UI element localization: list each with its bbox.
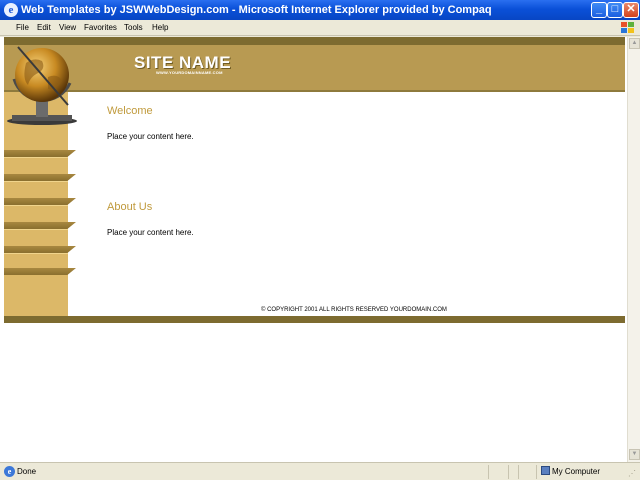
sidebar-shelf-highlight	[4, 253, 68, 254]
status-text: Done	[17, 467, 37, 476]
copyright-notice: © COPYRIGHT 2001 ALL RIGHTS RESERVED YOU…	[261, 307, 447, 313]
computer-icon	[541, 466, 550, 475]
section-text-welcome: Place your content here.	[107, 132, 194, 141]
section-heading-welcome: Welcome	[107, 105, 153, 117]
maximize-button[interactable]: □	[607, 2, 623, 18]
menu-favorites[interactable]: Favorites	[84, 23, 117, 32]
minimize-button[interactable]: _	[591, 2, 607, 18]
menu-tools[interactable]: Tools	[124, 23, 143, 32]
sidebar-shelf	[4, 268, 76, 275]
sidebar-shelf-highlight	[4, 205, 68, 206]
sidebar-shelf	[4, 222, 76, 229]
windows-logo-icon	[619, 21, 635, 35]
title-bar[interactable]: e Web Templates by JSWWebDesign.com - Mi…	[0, 0, 640, 20]
sidebar-shelf-highlight	[4, 157, 68, 158]
security-zone-text: My Computer	[552, 467, 601, 476]
sidebar-shelf	[4, 150, 76, 157]
header-top-stripe	[4, 37, 625, 45]
scroll-up-icon[interactable]: ▲	[629, 38, 640, 49]
menu-file[interactable]: File	[16, 23, 29, 32]
status-separator	[508, 465, 509, 479]
sidebar-shelf	[4, 246, 76, 253]
sidebar-shelf-highlight	[4, 181, 68, 182]
ie-page-icon: e	[4, 466, 15, 477]
sidebar-shelf-highlight	[4, 229, 68, 230]
window-title: Web Templates by JSWWebDesign.com - Micr…	[21, 4, 492, 16]
status-separator	[518, 465, 519, 479]
status-bar: e Done My Computer ⋰	[0, 462, 640, 480]
status-separator	[488, 465, 489, 479]
site-header: SITE NAME WWW.YOURDOMAINNAME.COM	[4, 45, 625, 90]
ie-app-icon[interactable]: e	[4, 3, 18, 17]
resize-grip-icon[interactable]: ⋰	[628, 469, 636, 478]
scroll-down-icon[interactable]: ▼	[629, 449, 640, 460]
menu-edit[interactable]: Edit	[37, 23, 51, 32]
status-separator	[536, 465, 537, 479]
menu-bar: File Edit View Favorites Tools Help	[0, 20, 640, 36]
globe-icon	[7, 46, 77, 125]
menu-help[interactable]: Help	[152, 23, 168, 32]
sidebar-shelf	[4, 174, 76, 181]
header-divider	[4, 90, 625, 92]
page-viewport: SITE NAME WWW.YOURDOMAINNAME.COM Welcome…	[0, 37, 627, 462]
browser-window: e Web Templates by JSWWebDesign.com - Mi…	[0, 0, 640, 480]
section-heading-about-us: About Us	[107, 201, 153, 213]
section-text-about-us: Place your content here.	[107, 228, 194, 237]
sidebar-shelf	[4, 198, 76, 205]
footer-bar	[4, 316, 625, 323]
close-button[interactable]: ✕	[623, 2, 639, 18]
menu-view[interactable]: View	[59, 23, 76, 32]
site-url: WWW.YOURDOMAINNAME.COM	[156, 70, 223, 75]
vertical-scrollbar[interactable]: ▲ ▼	[627, 37, 640, 462]
